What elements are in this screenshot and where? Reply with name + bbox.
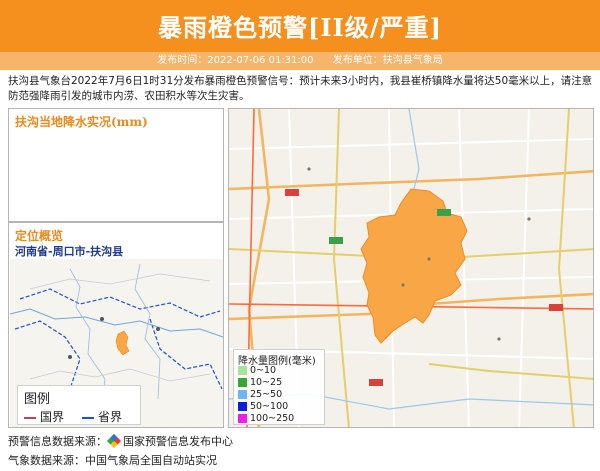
location-overview-panel: 定位概览 河南省-周口市-扶沟县 图例 国界 省界 bbox=[8, 222, 224, 428]
source-name-link[interactable]: 国家预警信息发布中心 bbox=[123, 435, 233, 448]
warning-notice: 扶沟县气象台2022年7月6日1时31分发布暴雨橙色预警信号：预计未来3小时内，… bbox=[8, 75, 593, 102]
swatch-icon bbox=[238, 366, 247, 375]
swatch-icon bbox=[238, 390, 247, 399]
warning-source-line: 预警信息数据来源： 国家预警信息发布中心 bbox=[8, 433, 233, 449]
legend-title: 图例 bbox=[24, 392, 51, 407]
publish-time: 发布时间：2022-07-06 01:31:00 bbox=[157, 55, 314, 66]
rain-observation-panel: 扶沟当地降水实况(mm) bbox=[8, 108, 224, 222]
legend-country-border: 国界 bbox=[24, 408, 64, 425]
source-label: 预警信息数据来源： bbox=[8, 435, 107, 448]
rainfall-legend-item: 10~25 bbox=[238, 377, 324, 388]
publisher: 发布单位：扶沟县气象局 bbox=[332, 55, 443, 66]
overview-legend: 图例 国界 省界 bbox=[17, 385, 141, 425]
rain-panel-title: 扶沟当地降水实况(mm) bbox=[15, 115, 148, 129]
rainfall-legend-item: 50~100 bbox=[238, 401, 324, 412]
rainfall-legend-item: 25~50 bbox=[238, 389, 324, 400]
province-border-line-icon bbox=[82, 416, 94, 419]
rainfall-legend: 降水量图例(毫米) 0~10 10~25 25~50 50~100 100~25… bbox=[233, 349, 325, 425]
publish-info-bar: 发布时间：2022-07-06 01:31:00 发布单位：扶沟县气象局 bbox=[0, 52, 600, 70]
rainfall-legend-item: 100~250 bbox=[238, 413, 324, 424]
swatch-icon bbox=[238, 402, 247, 411]
warning-center-logo-icon bbox=[106, 433, 122, 449]
region-path: 河南省-周口市-扶沟县 bbox=[15, 245, 124, 258]
page-title: 暴雨橙色预警[II级/严重] bbox=[158, 13, 442, 42]
header-bar: 暴雨橙色预警[II级/严重] bbox=[0, 0, 600, 52]
swatch-icon bbox=[238, 378, 247, 387]
legend-province-border: 省界 bbox=[82, 408, 122, 425]
country-border-line-icon bbox=[24, 416, 36, 419]
county-map-panel: 降水量图例(毫米) 0~10 10~25 25~50 50~100 100~25… bbox=[228, 108, 594, 428]
rainfall-legend-item: 0~10 bbox=[238, 365, 324, 376]
location-panel-title: 定位概览 bbox=[15, 229, 64, 243]
swatch-icon bbox=[238, 414, 247, 423]
weather-source-line: 气象数据来源：中国气象局全国自动站实况 bbox=[8, 454, 217, 467]
